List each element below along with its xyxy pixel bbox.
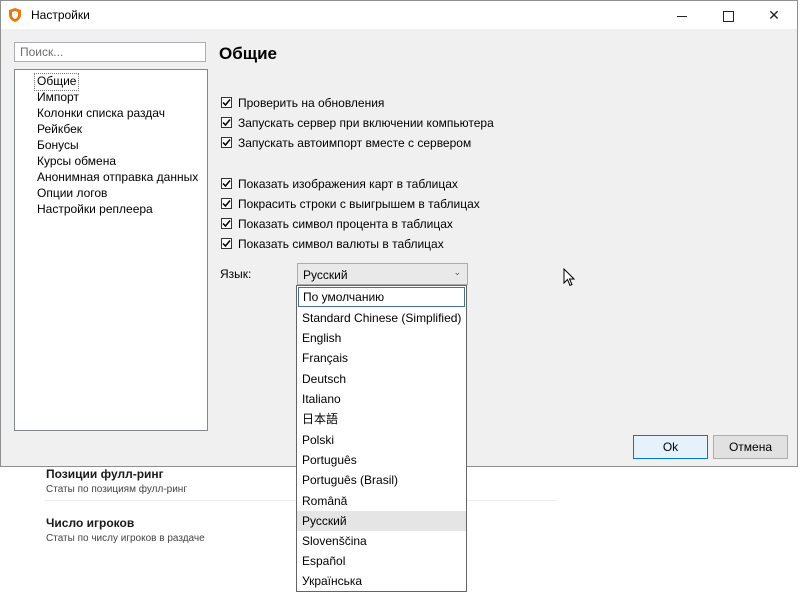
language-option[interactable]: Deutsch (297, 369, 466, 389)
language-option[interactable]: Português (Brasil) (297, 470, 466, 490)
language-option[interactable]: По умолчанию (298, 287, 465, 307)
language-option[interactable]: Українська (297, 571, 466, 591)
checkbox-box[interactable] (221, 97, 232, 108)
nav-item-exchange-rates[interactable]: Курсы обмена (35, 153, 118, 169)
nav-item-rakeback[interactable]: Рейкбек (35, 121, 84, 137)
section-title: Общие (219, 44, 277, 63)
nav-item-import[interactable]: Импорт (35, 89, 81, 105)
checkbox-box[interactable] (221, 117, 232, 128)
checkbox-label: Показать символ валюты в таблицах (238, 237, 444, 251)
language-option[interactable]: Slovenščina (297, 531, 466, 551)
checkmark-icon (222, 240, 231, 248)
close-icon: ✕ (768, 7, 780, 23)
title-bar[interactable]: Настройки ✕ (1, 1, 797, 29)
language-label: Язык: (220, 267, 252, 281)
maximize-button[interactable] (705, 1, 751, 29)
language-option[interactable]: Standard Chinese (Simplified) (297, 308, 466, 328)
settings-nav-list[interactable]: Общие Импорт Колонки списка раздач Рейкб… (14, 69, 208, 431)
checkbox-box[interactable] (221, 198, 232, 209)
nav-item-anonymous-data[interactable]: Анонимная отправка данных (35, 169, 200, 185)
cancel-button[interactable]: Отмена (713, 435, 788, 459)
language-option[interactable]: Português (297, 450, 466, 470)
language-selected-value: Русский (303, 268, 348, 282)
language-option[interactable]: Română (297, 491, 466, 511)
checkbox-label: Запускать сервер при включении компьютер… (238, 116, 494, 130)
nav-item-bonuses[interactable]: Бонусы (35, 137, 81, 153)
nav-item-log-options[interactable]: Опции логов (35, 185, 109, 201)
search-input[interactable] (14, 42, 206, 62)
checkbox-label: Проверить на обновления (238, 96, 385, 110)
shield-icon (7, 7, 23, 23)
window-title: Настройки (31, 8, 90, 22)
checkmark-icon (222, 99, 231, 107)
checkbox-box[interactable] (221, 137, 232, 148)
mouse-cursor-icon (563, 268, 575, 287)
checkbox-label: Показать символ процента в таблицах (238, 217, 453, 231)
language-option[interactable]: Español (297, 551, 466, 571)
language-option[interactable]: 日本語 (297, 409, 466, 429)
language-dropdown-list[interactable]: По умолчанию Standard Chinese (Simplifie… (296, 285, 467, 592)
language-option[interactable]: Polski (297, 430, 466, 450)
language-option[interactable]: Français (297, 348, 466, 368)
close-button[interactable]: ✕ (751, 1, 797, 29)
checkbox-label: Запускать автоимпорт вместе с сервером (238, 136, 472, 150)
minimize-button[interactable] (659, 1, 705, 29)
checkbox-label: Покрасить строки с выигрышем в таблицах (238, 197, 480, 211)
language-option[interactable]: Русский (297, 511, 466, 531)
maximize-icon (722, 10, 734, 22)
checkmark-icon (222, 139, 231, 147)
chevron-down-icon: ⌄ (453, 267, 461, 277)
checkmark-icon (222, 180, 231, 188)
checkbox-label: Показать изображения карт в таблицах (238, 177, 458, 191)
nav-item-replayer[interactable]: Настройки реплеера (35, 201, 155, 217)
language-option[interactable]: Italiano (297, 389, 466, 409)
minimize-icon (677, 15, 687, 17)
checkbox-box[interactable] (221, 238, 232, 249)
checkmark-icon (222, 119, 231, 127)
language-option[interactable]: English (297, 328, 466, 348)
checkbox-box[interactable] (221, 178, 232, 189)
checkmark-icon (222, 220, 231, 228)
nav-item-columns[interactable]: Колонки списка раздач (35, 105, 167, 121)
checkbox-box[interactable] (221, 218, 232, 229)
language-select[interactable]: Русский ⌄ (297, 263, 468, 285)
checkmark-icon (222, 200, 231, 208)
ok-button[interactable]: Ok (633, 435, 708, 459)
